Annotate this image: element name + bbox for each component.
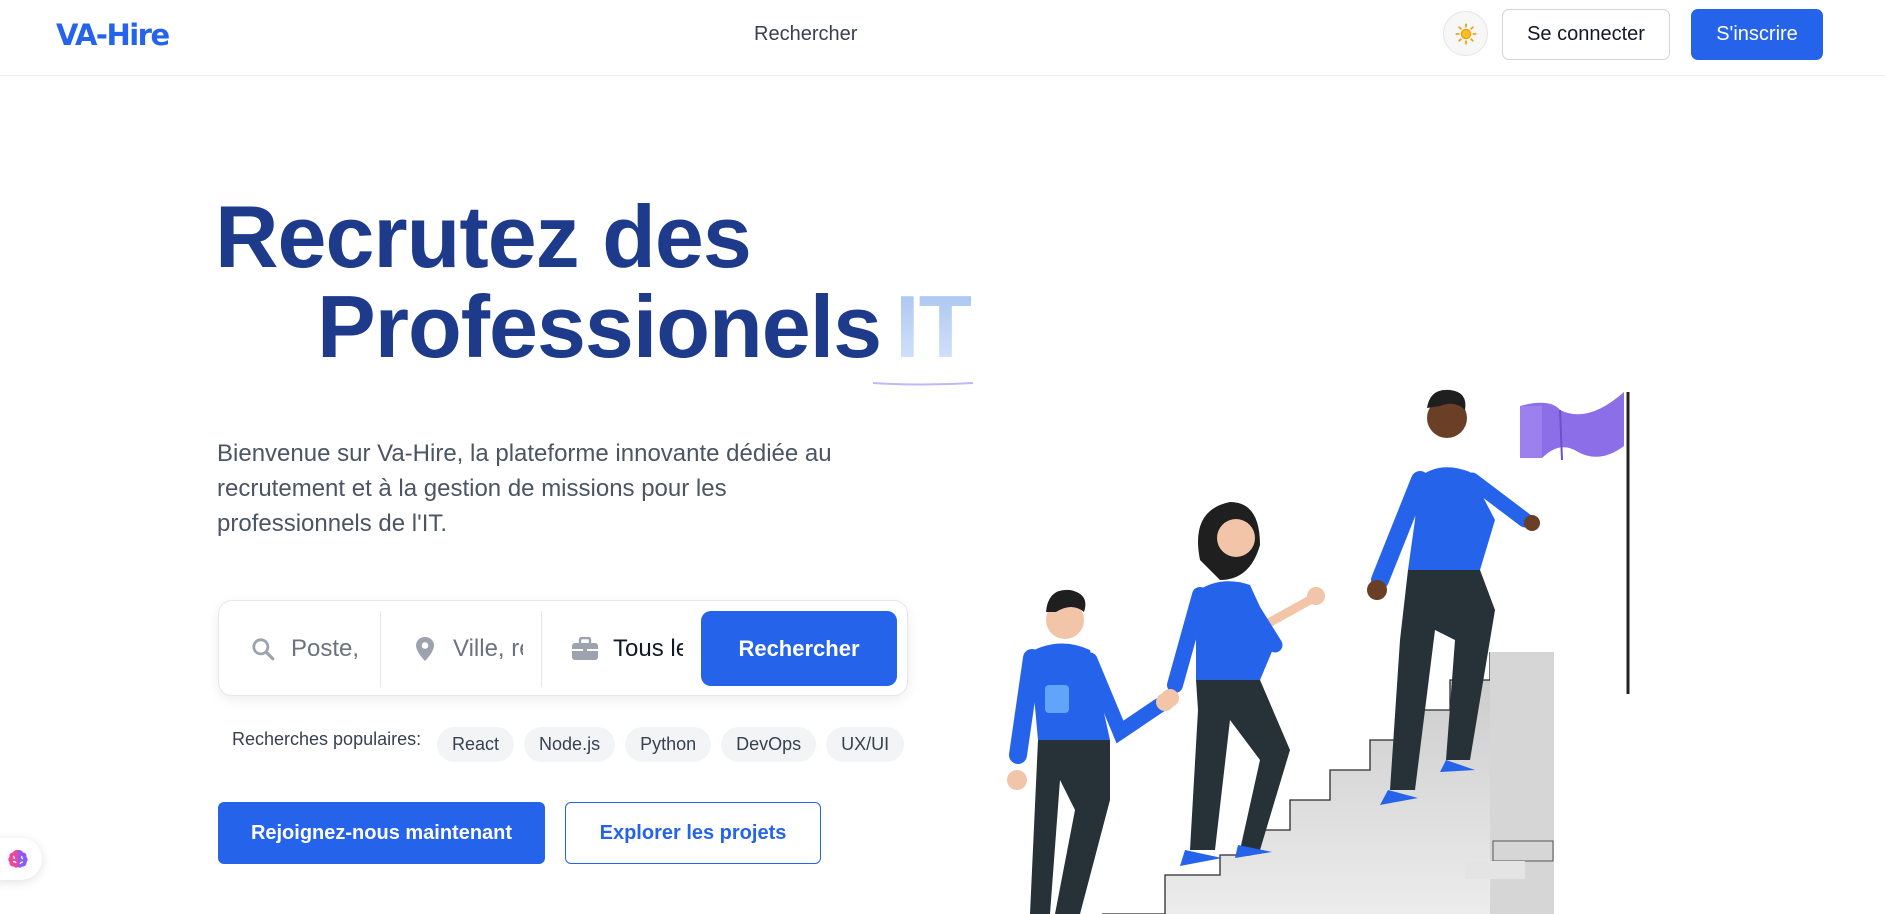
- hero-title-line1: Recrutez des: [215, 187, 752, 286]
- sun-icon: [1454, 22, 1477, 45]
- hero-title-highlight: IT: [881, 277, 972, 376]
- search-divider: [380, 611, 381, 687]
- search-submit-button[interactable]: Rechercher: [701, 611, 897, 686]
- flag: [1520, 392, 1630, 694]
- briefcase-icon: [569, 636, 601, 661]
- hero-illustration: [1007, 389, 1630, 914]
- job-type-select[interactable]: [613, 634, 683, 663]
- hero-title: Recrutez des Professionels IT: [215, 192, 972, 372]
- signup-button[interactable]: S'inscrire: [1691, 9, 1823, 60]
- login-button[interactable]: Se connecter: [1502, 9, 1670, 60]
- search-bar: Rechercher: [218, 600, 908, 696]
- popular-tag[interactable]: DevOps: [721, 727, 817, 762]
- popular-tag[interactable]: React: [437, 727, 515, 762]
- search-divider: [541, 611, 542, 687]
- hero-title-word: Professionels: [317, 277, 882, 376]
- ai-assistant-button[interactable]: [0, 838, 42, 880]
- job-search-input[interactable]: [291, 634, 361, 663]
- explore-projects-button[interactable]: Explorer les projets: [565, 802, 821, 864]
- join-now-button[interactable]: Rejoignez-nous maintenant: [218, 802, 545, 864]
- brain-icon: [8, 850, 28, 868]
- theme-toggle-button[interactable]: [1443, 11, 1488, 56]
- job-type-field[interactable]: [569, 611, 683, 686]
- person-trailing: [1007, 589, 1174, 914]
- location-field[interactable]: [409, 611, 523, 686]
- popular-tag[interactable]: Node.js: [524, 727, 616, 762]
- job-search-field[interactable]: [247, 611, 361, 686]
- location-pin-icon: [409, 636, 441, 662]
- logo[interactable]: VA-Hire: [56, 18, 170, 52]
- search-icon: [247, 636, 279, 662]
- popular-searches-label: Recherches populaires:: [232, 729, 422, 749]
- hero-title-line2: Professionels IT: [215, 282, 972, 372]
- location-input[interactable]: [453, 634, 523, 663]
- popular-tag[interactable]: UX/UI: [826, 727, 905, 762]
- hero-lead-text: Bienvenue sur Va-Hire, la plateforme inn…: [217, 440, 832, 537]
- popular-tags: React Node.js Python DevOps UX/UI: [437, 727, 905, 762]
- top-navbar: VA-Hire Rechercher Se connecter S'inscri…: [0, 0, 1885, 76]
- nav-search-link[interactable]: Rechercher: [754, 23, 857, 46]
- title-underline-decoration: [872, 382, 974, 386]
- popular-tag[interactable]: Python: [625, 727, 712, 762]
